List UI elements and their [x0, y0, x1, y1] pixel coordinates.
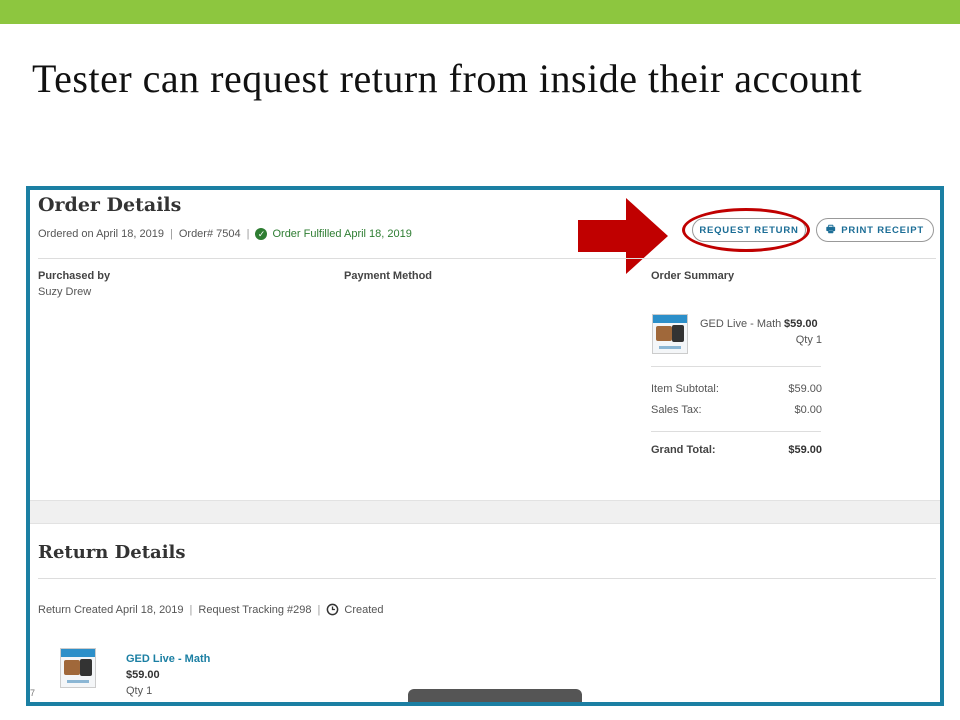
return-item-link[interactable]: GED Live - Math	[126, 653, 210, 665]
separator: |	[246, 228, 250, 240]
divider	[651, 366, 821, 367]
ordered-on-text: Ordered on April 18, 2019	[38, 228, 164, 240]
sales-tax-label: Sales Tax:	[651, 404, 702, 416]
separator: |	[189, 603, 193, 616]
tracking-number-text: Request Tracking #298	[198, 603, 312, 616]
product-thumbnail	[652, 314, 688, 354]
printer-icon: 🖶	[826, 223, 837, 235]
slide-title: Tester can request return from inside th…	[32, 56, 863, 101]
bottom-overlay-bar	[408, 689, 582, 702]
return-meta: Return Created April 18, 2019 | Request …	[38, 603, 384, 616]
separator: |	[317, 603, 321, 616]
request-return-label: REQUEST RETURN	[699, 224, 799, 236]
divider	[38, 258, 936, 259]
payment-method-label: Payment Method	[344, 270, 433, 282]
divider	[651, 431, 821, 432]
request-return-button[interactable]: REQUEST RETURN	[692, 218, 806, 242]
clock-icon	[327, 603, 339, 616]
red-arrow-icon	[578, 198, 668, 274]
summary-item-qty: Qty 1	[795, 334, 822, 346]
slide-number: 7	[30, 688, 36, 698]
sales-tax-value: $0.00	[794, 404, 822, 416]
section-divider-band	[30, 500, 940, 524]
slide-accent-bar	[0, 0, 960, 24]
order-meta: Ordered on April 18, 2019 | Order# 7504 …	[38, 228, 412, 240]
separator: |	[169, 228, 173, 240]
summary-item-name: GED Live - Math	[700, 318, 782, 330]
order-status-text: Order Fulfilled April 18, 2019	[272, 228, 412, 240]
print-receipt-button[interactable]: 🖶 PRINT RECEIPT	[816, 218, 934, 242]
subtotal-value: $59.00	[788, 383, 822, 395]
return-item-price: $59.00	[126, 669, 160, 681]
order-number-text: Order# 7504	[178, 228, 241, 240]
purchased-by-value: Suzy Drew	[38, 286, 92, 298]
summary-item-price: $59.00	[784, 318, 818, 330]
return-status-text: Created	[344, 603, 384, 616]
print-receipt-label: PRINT RECEIPT	[841, 224, 924, 236]
return-product-thumbnail	[60, 648, 96, 688]
check-circle-icon: ✓	[255, 228, 268, 240]
subtotal-label: Item Subtotal:	[651, 383, 719, 395]
order-summary-label: Order Summary	[651, 270, 735, 282]
order-screenshot-frame: Order Details Ordered on April 18, 2019 …	[26, 186, 944, 706]
grand-total-value: $59.00	[788, 444, 822, 456]
grand-total-label: Grand Total:	[651, 444, 716, 456]
order-details-heading: Order Details	[38, 194, 182, 216]
return-details-heading: Return Details	[38, 542, 186, 563]
divider	[38, 578, 936, 579]
return-created-text: Return Created April 18, 2019	[38, 603, 184, 616]
purchased-by-label: Purchased by	[38, 270, 111, 282]
return-item-qty: Qty 1	[126, 685, 153, 697]
